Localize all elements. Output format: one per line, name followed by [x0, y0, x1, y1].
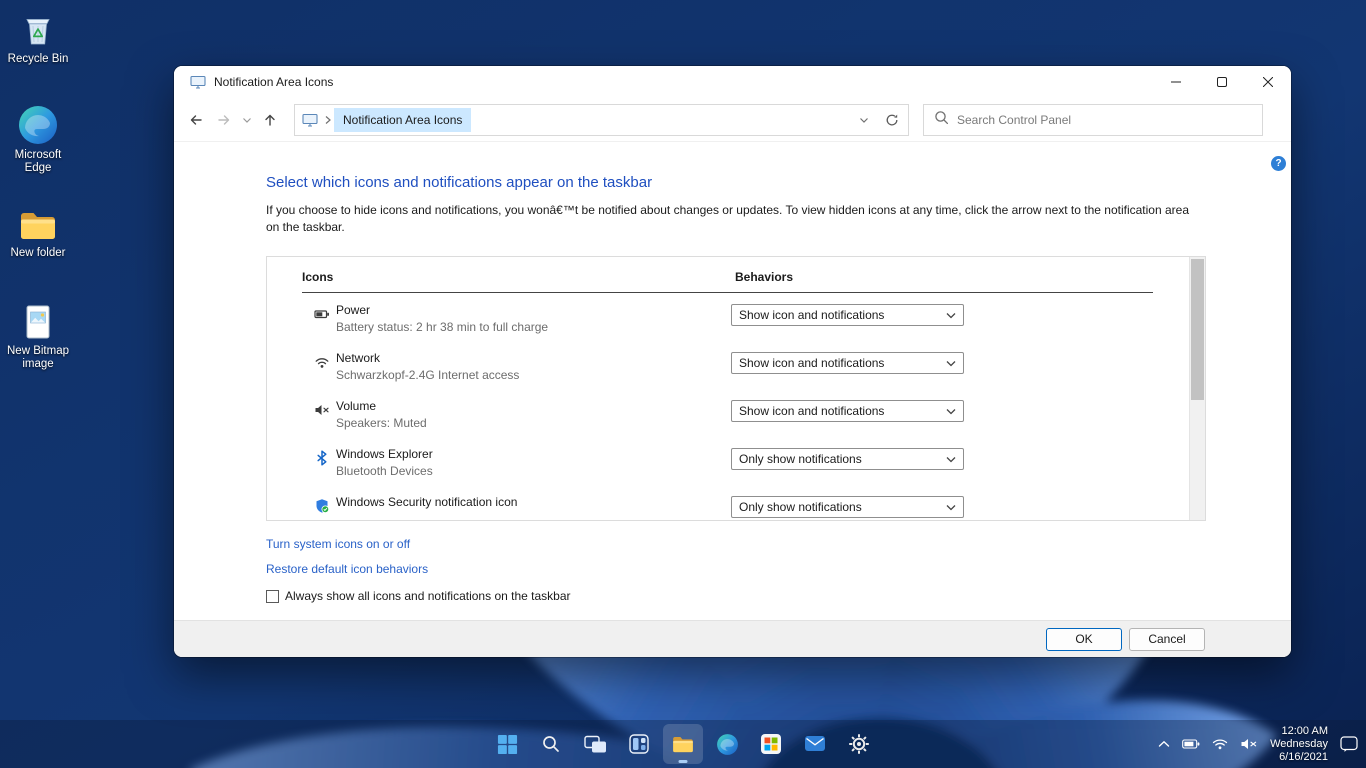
volume-muted-icon — [314, 402, 330, 418]
network-icon — [314, 354, 330, 370]
forward-button[interactable] — [210, 105, 238, 135]
refresh-button[interactable] — [878, 106, 906, 134]
link-restore-defaults[interactable]: Restore default icon behaviors — [266, 562, 428, 576]
widgets-icon[interactable] — [619, 724, 659, 764]
desktop-icon-label: Recycle Bin — [8, 53, 69, 66]
tray-battery-icon[interactable] — [1180, 735, 1202, 753]
settings-gear-icon[interactable] — [839, 724, 879, 764]
recent-pages-chevron-icon[interactable] — [238, 105, 256, 135]
tray-wifi-icon[interactable] — [1210, 734, 1230, 754]
behavior-dropdown[interactable]: Show icon and notifications — [731, 352, 964, 374]
tray-volume-muted-icon[interactable] — [1238, 734, 1260, 754]
desktop-icon-new-bitmap-image[interactable]: New Bitmap image — [2, 300, 74, 371]
bitmap-file-icon — [18, 300, 58, 342]
behavior-dropdown[interactable]: Only show notifications — [731, 448, 964, 470]
always-show-checkbox[interactable] — [266, 590, 279, 603]
chevron-down-icon — [946, 456, 956, 463]
chevron-down-icon — [946, 312, 956, 319]
chevron-down-icon — [946, 360, 956, 367]
desktop-icon-label: New folder — [11, 247, 66, 260]
breadcrumb-separator-icon — [324, 115, 332, 125]
computer-icon[interactable] — [302, 113, 318, 127]
desktop-icon-new-folder[interactable]: New folder — [2, 202, 74, 260]
edge-taskbar-icon[interactable] — [707, 724, 747, 764]
desktop-icon-recycle-bin[interactable]: Recycle Bin — [2, 8, 74, 66]
address-dropdown-chevron-icon[interactable] — [850, 106, 878, 134]
tray-time: 12:00 AM — [1270, 725, 1328, 738]
mail-icon[interactable] — [795, 724, 835, 764]
chevron-down-icon — [946, 504, 956, 511]
list-item: Windows Security notification icon Only … — [267, 490, 1205, 521]
recycle-bin-icon — [18, 8, 58, 50]
battery-icon — [314, 306, 330, 322]
header-divider — [302, 292, 1153, 293]
taskbar: 12:00 AM Wednesday 6/16/2021 — [0, 720, 1366, 768]
search-box[interactable] — [923, 104, 1263, 136]
tray-chevron-up-icon[interactable] — [1156, 736, 1172, 752]
tray-date: 6/16/2021 — [1270, 751, 1328, 764]
tray-clock[interactable]: 12:00 AM Wednesday 6/16/2021 — [1268, 725, 1330, 764]
help-button[interactable]: ? — [1271, 156, 1286, 171]
desktop-icon-label: New Bitmap image — [2, 345, 74, 371]
search-icon — [934, 110, 949, 130]
behavior-value: Only show notifications — [739, 452, 862, 466]
close-button[interactable] — [1245, 66, 1291, 98]
search-taskbar-icon[interactable] — [531, 724, 571, 764]
page-description: If you choose to hide icons and notifica… — [266, 202, 1205, 236]
bluetooth-icon — [314, 450, 330, 466]
behavior-dropdown[interactable]: Show icon and notifications — [731, 304, 964, 326]
start-button[interactable] — [487, 724, 527, 764]
behavior-dropdown[interactable]: Show icon and notifications — [731, 400, 964, 422]
dialog-button-bar: OK Cancel — [174, 620, 1291, 657]
control-panel-window: Notification Area Icons — [174, 66, 1291, 657]
scrollbar-track[interactable] — [1189, 257, 1205, 520]
always-show-label: Always show all icons and notifications … — [285, 589, 571, 603]
behavior-value: Only show notifications — [739, 500, 862, 514]
notification-center-icon[interactable] — [1338, 732, 1360, 757]
list-item: Volume Speakers: Muted Show icon and not… — [267, 394, 1205, 442]
edge-icon — [17, 104, 59, 146]
list-item: Power Battery status: 2 hr 38 min to ful… — [267, 298, 1205, 346]
search-input[interactable] — [957, 113, 1252, 127]
icons-behaviors-list: Icons Behaviors Power Battery status: 2 … — [266, 256, 1206, 521]
link-turn-system-icons[interactable]: Turn system icons on or off — [266, 537, 410, 551]
minimize-button[interactable] — [1153, 66, 1199, 98]
column-header-behaviors: Behaviors — [735, 270, 793, 284]
security-shield-icon — [314, 498, 330, 514]
file-explorer-icon[interactable] — [663, 724, 703, 764]
folder-icon — [16, 202, 60, 244]
list-header: Icons Behaviors — [267, 257, 1205, 284]
tray-day: Wednesday — [1270, 738, 1328, 751]
ok-button[interactable]: OK — [1046, 628, 1122, 651]
always-show-row: Always show all icons and notifications … — [266, 589, 1291, 603]
behavior-dropdown[interactable]: Only show notifications — [731, 496, 964, 518]
up-button[interactable] — [256, 105, 284, 135]
cancel-button[interactable]: Cancel — [1129, 628, 1205, 651]
maximize-button[interactable] — [1199, 66, 1245, 98]
behavior-value: Show icon and notifications — [739, 308, 884, 322]
column-header-icons: Icons — [302, 270, 333, 284]
window-title: Notification Area Icons — [214, 75, 333, 89]
desktop-icon-microsoft-edge[interactable]: Microsoft Edge — [2, 104, 74, 175]
title-bar[interactable]: Notification Area Icons — [174, 66, 1291, 98]
list-item: Network Schwarzkopf-2.4G Internet access… — [267, 346, 1205, 394]
microsoft-store-icon[interactable] — [751, 724, 791, 764]
behavior-value: Show icon and notifications — [739, 404, 884, 418]
back-button[interactable] — [182, 105, 210, 135]
page-content: ? Select which icons and notifications a… — [174, 142, 1291, 620]
address-bar[interactable]: Notification Area Icons — [294, 104, 909, 136]
task-view-icon[interactable] — [575, 724, 615, 764]
page-title: Select which icons and notifications app… — [266, 174, 1205, 191]
chevron-down-icon — [946, 408, 956, 415]
behavior-value: Show icon and notifications — [739, 356, 884, 370]
desktop-icon-label: Microsoft Edge — [2, 149, 74, 175]
navigation-bar: Notification Area Icons — [174, 98, 1291, 142]
scrollbar-thumb[interactable] — [1191, 259, 1204, 400]
window-icon — [190, 75, 206, 89]
breadcrumb-item[interactable]: Notification Area Icons — [334, 108, 471, 132]
list-item: Windows Explorer Bluetooth Devices Only … — [267, 442, 1205, 490]
